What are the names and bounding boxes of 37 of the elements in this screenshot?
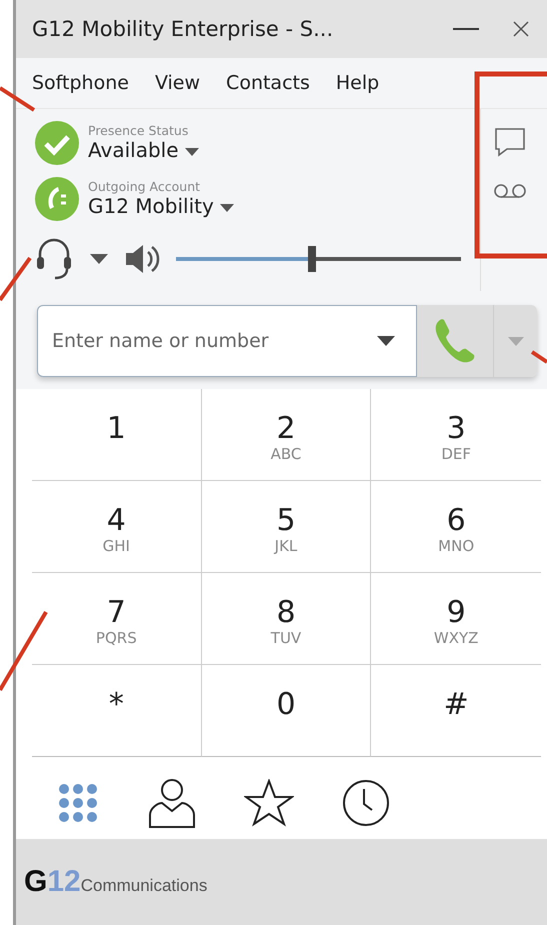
presence-dropdown[interactable]: Available — [88, 138, 199, 162]
person-icon — [148, 777, 196, 829]
leader-line — [530, 350, 547, 364]
account-label: Outgoing Account — [88, 180, 202, 194]
speaker-icon — [124, 243, 160, 275]
keypad-key[interactable]: 7 PQRS — [32, 573, 202, 665]
minimize-icon[interactable] — [453, 27, 479, 31]
presence-label: Presence Status — [88, 124, 190, 138]
account-dropdown[interactable]: G12 Mobility — [88, 194, 234, 218]
slider-thumb[interactable] — [308, 246, 316, 272]
check-icon — [34, 120, 80, 166]
company-logo: G12Communications — [24, 865, 208, 899]
menu-item[interactable]: View — [154, 72, 200, 94]
keypad-key[interactable]: 1 — [32, 389, 202, 481]
menu-item[interactable]: Softphone — [32, 72, 129, 94]
keypad-key[interactable]: * — [32, 665, 202, 757]
window-title: G12 Mobility Enterprise - S... — [32, 17, 334, 41]
chat-icon[interactable] — [493, 127, 527, 157]
phone-icon — [34, 176, 80, 222]
clock-icon — [342, 779, 390, 827]
caret-icon[interactable] — [377, 336, 395, 346]
caret-icon[interactable] — [90, 254, 108, 264]
leader-line — [0, 256, 32, 302]
keypad-key[interactable]: 2 ABC — [202, 389, 372, 481]
menu-item[interactable]: Help — [336, 72, 380, 94]
menu-item[interactable]: Contacts — [226, 72, 310, 94]
dialpad-icon — [56, 781, 100, 825]
caret-icon — [508, 336, 524, 346]
keypad-key[interactable]: 5 JKL — [202, 481, 372, 573]
voicemail-icon[interactable] — [493, 183, 527, 199]
keypad-key[interactable]: 8 TUV — [202, 573, 372, 665]
star-icon — [244, 779, 294, 827]
keypad-key[interactable]: 0 — [202, 665, 372, 757]
keypad-key[interactable]: 4 GHI — [32, 481, 202, 573]
dial-input-field[interactable]: Enter name or number — [37, 305, 417, 377]
close-icon[interactable] — [513, 21, 529, 37]
headset-icon[interactable] — [34, 236, 74, 282]
